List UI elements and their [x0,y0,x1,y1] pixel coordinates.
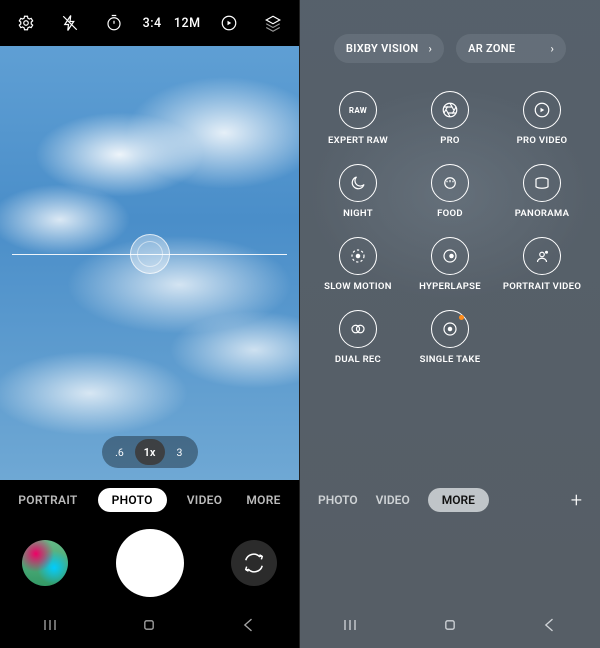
zoom-ultrawide[interactable]: .6 [105,439,135,465]
mode-portrait[interactable]: PORTRAIT [14,488,81,512]
slow-motion-icon [349,247,367,265]
ar-zone-label: AR ZONE [468,42,515,55]
mode-label: NIGHT [343,208,373,219]
camera-viewfinder[interactable]: .6 1x 3 [0,46,299,480]
panorama-icon [533,174,551,192]
raw-icon: RAW [349,106,367,115]
mode-hyperlapse[interactable]: HYPERLAPSE [404,237,496,292]
recents-icon [340,615,360,635]
back-icon [239,615,259,635]
nav-back[interactable] [239,615,259,639]
mode-night[interactable]: NIGHT [312,164,404,219]
mode-label: PRO [440,135,460,146]
badge-dot-icon [459,315,464,320]
mode-portrait-video[interactable]: PORTRAIT VIDEO [496,237,588,292]
camera-controls [0,520,299,606]
moon-icon [349,174,367,192]
aperture-icon [441,101,459,119]
mode-single-take[interactable]: SINGLE TAKE [404,310,496,365]
mode-label: HYPERLAPSE [419,281,481,292]
level-indicator [130,234,170,274]
gallery-thumbnail[interactable] [22,540,68,586]
filters-icon [264,14,282,32]
hyperlapse-icon [441,247,459,265]
camera-more-screen: BIXBY VISION › AR ZONE › RAW EXPERT RAW … [300,0,600,648]
chevron-right-icon: › [550,42,554,55]
back-icon [540,615,560,635]
nav-home[interactable] [440,615,460,639]
mode-more[interactable]: MORE [242,488,284,512]
shutter-button[interactable] [116,529,184,597]
home-icon [139,615,159,635]
mode-photo[interactable]: PHOTO [318,493,358,507]
mode-pro[interactable]: PRO [404,91,496,146]
nav-recents[interactable] [340,615,360,639]
mode-photo[interactable]: PHOTO [98,488,167,512]
chevron-right-icon: › [428,42,432,55]
more-shortcuts: BIXBY VISION › AR ZONE › [300,22,600,71]
android-navbar [300,606,600,648]
nav-back[interactable] [540,615,560,639]
mode-label: PRO VIDEO [517,135,568,146]
motion-photo-icon [220,14,238,32]
mode-pro-video[interactable]: PRO VIDEO [496,91,588,146]
nav-home[interactable] [139,615,159,639]
timer-button[interactable] [98,14,130,32]
camera-photo-screen: 3:4 12M .6 1x 3 PORTRAIT PHOTO VIDEO MOR… [0,0,300,648]
modes-grid: RAW EXPERT RAW PRO PRO VIDEO NIGHT FOOD … [300,71,600,373]
mode-label: FOOD [437,208,463,219]
settings-button[interactable] [10,14,42,32]
motion-photo-button[interactable] [213,14,245,32]
mode-video[interactable]: VIDEO [183,488,227,512]
bixby-vision-label: BIXBY VISION [346,42,419,55]
mode-dual-rec[interactable]: DUAL REC [312,310,404,365]
flash-button[interactable] [54,14,86,32]
resolution-button[interactable]: 12M [174,16,201,31]
mode-label: DUAL REC [335,354,381,365]
flash-off-icon [61,14,79,32]
ar-zone-button[interactable]: AR ZONE › [456,34,566,63]
mode-more[interactable]: MORE [428,488,489,512]
filters-button[interactable] [257,14,289,32]
switch-camera-icon [243,552,265,574]
android-navbar [0,606,299,648]
bixby-vision-button[interactable]: BIXBY VISION › [334,34,444,63]
mode-slow-motion[interactable]: SLOW MOTION [312,237,404,292]
mode-label: PANORAMA [515,208,569,219]
timer-icon [105,14,123,32]
switch-camera-button[interactable] [231,540,277,586]
zoom-main[interactable]: 1x [135,439,165,465]
zoom-selector: .6 1x 3 [102,436,198,468]
mode-label: PORTRAIT VIDEO [503,281,581,292]
nav-recents[interactable] [40,615,60,639]
mode-video[interactable]: VIDEO [376,493,410,507]
pro-video-icon [533,101,551,119]
dual-rec-icon [349,320,367,338]
mode-food[interactable]: FOOD [404,164,496,219]
camera-topbar: 3:4 12M [0,0,299,46]
mode-panorama[interactable]: PANORAMA [496,164,588,219]
gear-icon [17,14,35,32]
mode-label: EXPERT RAW [328,135,388,146]
recents-icon [40,615,60,635]
single-take-icon [441,320,459,338]
portrait-video-icon [533,247,551,265]
food-icon [441,174,459,192]
mode-selector[interactable]: PORTRAIT PHOTO VIDEO MORE [0,480,299,520]
mode-label: SINGLE TAKE [420,354,481,365]
mode-label: SLOW MOTION [324,281,392,292]
zoom-tele[interactable]: 3 [165,439,195,465]
aspect-ratio-button[interactable]: 3:4 [143,16,162,31]
mode-expert-raw[interactable]: RAW EXPERT RAW [312,91,404,146]
edit-modes-button[interactable]: + [571,488,582,512]
home-icon [440,615,460,635]
mode-selector[interactable]: PHOTO VIDEO MORE + [300,480,600,520]
controls-placeholder [300,520,600,606]
